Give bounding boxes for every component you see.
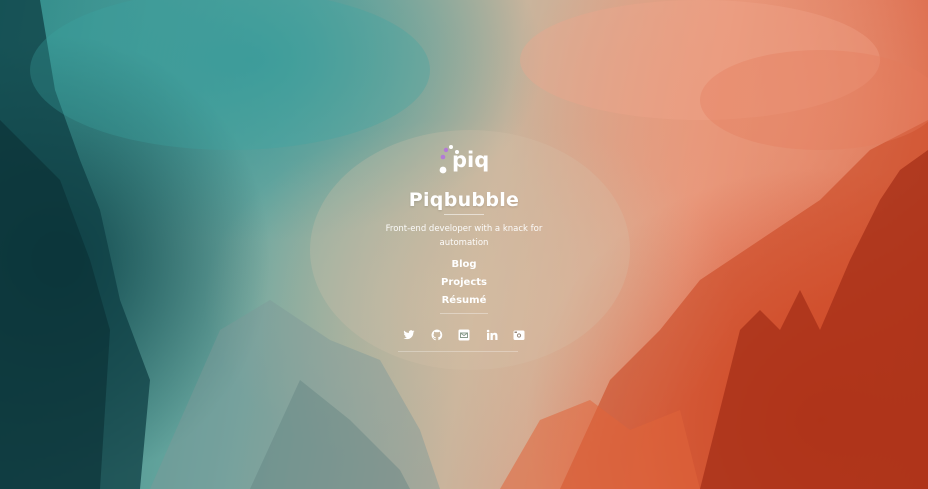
nav-divider [440,313,488,314]
site-title: Piqbubble [408,189,520,211]
title-divider [444,214,484,215]
nav-link-resume[interactable]: Résumé [442,293,487,308]
social-links [403,328,525,342]
camera-icon[interactable] [513,329,525,341]
piq-logo[interactable]: piq [437,143,489,177]
logo-text: piq [452,148,490,172]
tagline: Front-end developer with a knack for aut… [385,224,543,248]
main-nav: Blog Projects Résumé [0,257,928,308]
twitter-icon[interactable] [403,329,415,341]
linkedin-icon[interactable] [486,329,498,341]
email-icon[interactable] [458,329,470,341]
nav-link-projects[interactable]: Projects [441,275,487,290]
github-icon[interactable] [431,329,443,341]
footer-divider [398,351,518,352]
nav-link-blog[interactable]: Blog [451,257,476,272]
